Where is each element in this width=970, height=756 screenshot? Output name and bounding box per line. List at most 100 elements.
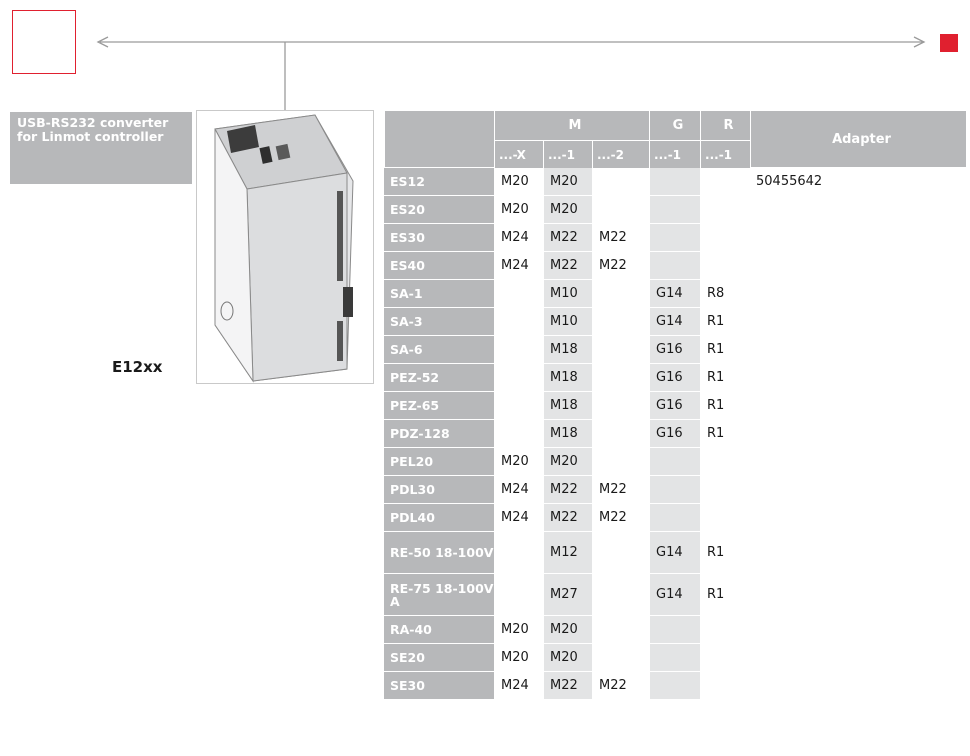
table-cell: M24 [494,672,543,700]
table-cell: M20 [494,196,543,224]
table-cell [700,672,751,700]
table-cell: M22 [592,672,650,700]
row-header: PEL20 [384,448,494,476]
table-cell [700,476,751,504]
table-cell: M24 [494,504,543,532]
table-cell [750,616,967,644]
table-cell [700,168,751,196]
group-header-g: G [649,111,701,141]
table-cell: M24 [494,476,543,504]
table-cell [494,392,543,420]
table-cell: M20 [494,644,543,672]
table-cell [649,504,701,532]
table-cell: M22 [592,504,650,532]
table-row: PEZ-65 M18 G16 R1 [384,392,967,420]
table-cell [592,280,650,308]
table-cell: M20 [543,616,592,644]
table-cell: M20 [543,448,592,476]
table-cell: G14 [649,308,701,336]
row-header: SE30 [384,672,494,700]
table-cell: M12 [543,532,592,574]
group-header-adapter: Adapter [750,111,967,168]
table-cell: M22 [543,252,592,280]
table-cell [700,644,751,672]
table-cell: M22 [543,504,592,532]
table-cell [750,196,967,224]
adapter-table: M G R Adapter ...-X ...-1 ...-2 ...-1 ..… [384,111,967,700]
table-cell: M20 [494,448,543,476]
table-row: PDL40 M24 M22 M22 [384,504,967,532]
row-header: RE-75 18-100V A [384,574,494,616]
table-cell [649,448,701,476]
table-cell: 50455642 [750,168,967,196]
red-marker-square [940,34,958,52]
table-cell [750,476,967,504]
table-row: SE20 M20 M20 [384,644,967,672]
table-row: RE-50 18-100V M12 G14 R1 [384,532,967,574]
table-cell [750,308,967,336]
table-cell [494,280,543,308]
table-cell [494,364,543,392]
table-cell [750,392,967,420]
table-row: PDL30 M24 M22 M22 [384,476,967,504]
sub-header-m-1: ...-1 [543,141,592,168]
table-cell [750,280,967,308]
table-cell: R1 [700,420,751,448]
table-cell [494,420,543,448]
table-cell [592,532,650,574]
table-cell [750,644,967,672]
table-cell: M22 [543,224,592,252]
table-row: PEL20 M20 M20 [384,448,967,476]
table-cell: R1 [700,336,751,364]
table-cell [494,574,543,616]
table-cell: G14 [649,280,701,308]
table-cell [592,448,650,476]
table-cell [592,196,650,224]
table-row: SA-3 M10 G14 R1 [384,308,967,336]
table-cell [494,532,543,574]
table-cell [592,308,650,336]
table-cell: M22 [592,224,650,252]
table-cell: M20 [543,644,592,672]
table-cell: M24 [494,252,543,280]
table-cell: M18 [543,420,592,448]
row-header: ES30 [384,224,494,252]
row-header: RE-50 18-100V [384,532,494,574]
row-header: SA-1 [384,280,494,308]
table-cell [649,644,701,672]
table-row: RE-75 18-100V A M27 G14 R1 [384,574,967,616]
table-cell: M20 [494,168,543,196]
table-cell [700,252,751,280]
table-cell [592,392,650,420]
group-header-r: R [700,111,751,141]
table-cell [649,196,701,224]
table-cell: R1 [700,532,751,574]
table-cell [592,644,650,672]
row-header: ES12 [384,168,494,196]
table-cell: M20 [543,196,592,224]
row-header: PDZ-128 [384,420,494,448]
table-cell [494,336,543,364]
row-header: RA-40 [384,616,494,644]
table-cell: M22 [592,476,650,504]
product-description: USB-RS232 converter for Linmot controlle… [10,112,192,184]
table-cell: M10 [543,280,592,308]
table-cell: R1 [700,308,751,336]
table-cell [592,420,650,448]
table-cell [750,672,967,700]
sub-header-r-1: ...-1 [700,141,751,168]
table-cell: G16 [649,364,701,392]
table-cell: R1 [700,574,751,616]
table-row: PDZ-128 M18 G16 R1 [384,420,967,448]
table-cell: G16 [649,336,701,364]
table-cell: M18 [543,364,592,392]
table-cell [700,196,751,224]
table-cell [592,364,650,392]
table-row: ES12 M20 M20 50455642 [384,168,967,196]
connector-lines [96,36,926,110]
table-cell: M24 [494,224,543,252]
table-cell: M27 [543,574,592,616]
table-row: SA-6 M18 G16 R1 [384,336,967,364]
table-cell: R1 [700,364,751,392]
table-cell [649,252,701,280]
